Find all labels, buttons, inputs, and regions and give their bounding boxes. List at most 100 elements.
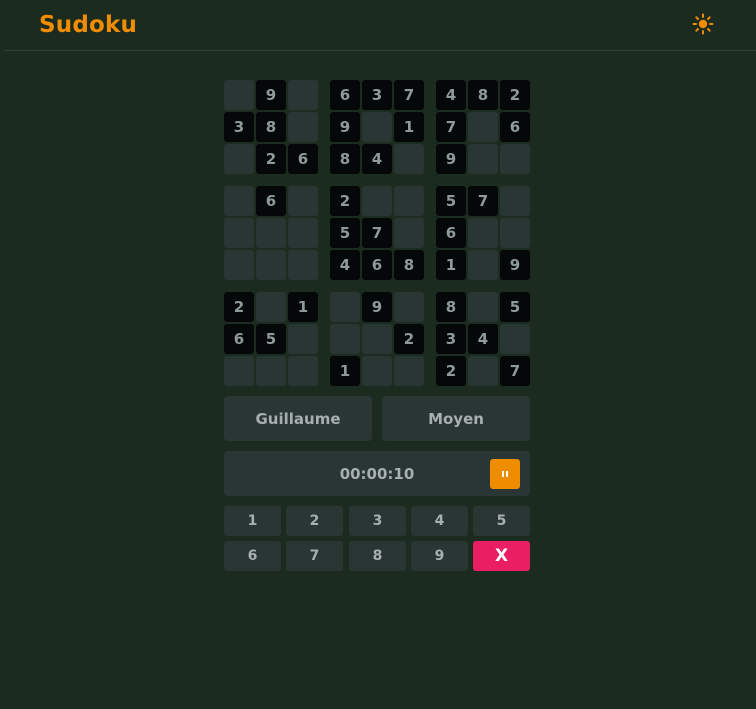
- sudoku-cell-given[interactable]: 9: [256, 80, 286, 110]
- sudoku-cell-given[interactable]: 9: [330, 112, 360, 142]
- sudoku-cell-empty[interactable]: [256, 218, 286, 248]
- sudoku-cell-empty[interactable]: [362, 356, 392, 386]
- sudoku-cell-empty[interactable]: [500, 186, 530, 216]
- sudoku-cell-empty[interactable]: [288, 324, 318, 354]
- sudoku-cell-empty[interactable]: [224, 144, 254, 174]
- sudoku-cell-given[interactable]: 6: [256, 186, 286, 216]
- sudoku-cell-empty[interactable]: [330, 324, 360, 354]
- sudoku-cell-given[interactable]: 6: [362, 250, 392, 280]
- sudoku-cell-given[interactable]: 5: [436, 186, 466, 216]
- sudoku-cell-empty[interactable]: [224, 250, 254, 280]
- sudoku-cell-empty[interactable]: [288, 218, 318, 248]
- sudoku-cell-given[interactable]: 8: [394, 250, 424, 280]
- sudoku-cell-given[interactable]: 4: [330, 250, 360, 280]
- sudoku-cell-given[interactable]: 8: [468, 80, 498, 110]
- sudoku-cell-given[interactable]: 7: [500, 356, 530, 386]
- app-title: Sudoku: [39, 12, 138, 38]
- sudoku-cell-given[interactable]: 5: [256, 324, 286, 354]
- sudoku-cell-empty[interactable]: [468, 292, 498, 322]
- sudoku-cell-given[interactable]: 6: [288, 144, 318, 174]
- sudoku-cell-given[interactable]: 3: [436, 324, 466, 354]
- sudoku-cell-empty[interactable]: [330, 292, 360, 322]
- sudoku-cell-empty[interactable]: [394, 144, 424, 174]
- timer-display: 00:00:10: [339, 465, 415, 483]
- sudoku-cell-empty[interactable]: [256, 250, 286, 280]
- sudoku-cell-empty[interactable]: [288, 250, 318, 280]
- sudoku-cell-empty[interactable]: [362, 186, 392, 216]
- sudoku-cell-empty[interactable]: [224, 80, 254, 110]
- app-header: Sudoku: [4, 0, 756, 51]
- sudoku-cell-given[interactable]: 9: [500, 250, 530, 280]
- sudoku-cell-given[interactable]: 6: [224, 324, 254, 354]
- sudoku-cell-given[interactable]: 4: [436, 80, 466, 110]
- sudoku-cell-empty[interactable]: [468, 356, 498, 386]
- sudoku-cell-given[interactable]: 7: [468, 186, 498, 216]
- sudoku-cell-empty[interactable]: [394, 292, 424, 322]
- number-key-7[interactable]: 7: [286, 541, 343, 571]
- sudoku-cell-given[interactable]: 8: [256, 112, 286, 142]
- sun-icon[interactable]: [692, 13, 714, 35]
- sudoku-cell-given[interactable]: 6: [500, 112, 530, 142]
- sudoku-cell-empty[interactable]: [256, 292, 286, 322]
- sudoku-cell-empty[interactable]: [288, 112, 318, 142]
- sudoku-cell-given[interactable]: 7: [362, 218, 392, 248]
- sudoku-cell-given[interactable]: 1: [288, 292, 318, 322]
- sudoku-cell-given[interactable]: 5: [500, 292, 530, 322]
- sudoku-cell-empty[interactable]: [468, 218, 498, 248]
- sudoku-cell-given[interactable]: 7: [436, 112, 466, 142]
- sudoku-cell-empty[interactable]: [362, 324, 392, 354]
- sudoku-cell-empty[interactable]: [500, 324, 530, 354]
- sudoku-cell-given[interactable]: 5: [330, 218, 360, 248]
- sudoku-cell-empty[interactable]: [468, 250, 498, 280]
- sudoku-cell-empty[interactable]: [468, 112, 498, 142]
- number-key-3[interactable]: 3: [349, 506, 406, 536]
- sudoku-cell-empty[interactable]: [468, 144, 498, 174]
- sudoku-cell-given[interactable]: 2: [256, 144, 286, 174]
- sudoku-cell-given[interactable]: 1: [330, 356, 360, 386]
- sudoku-cell-given[interactable]: 3: [362, 80, 392, 110]
- sudoku-cell-empty[interactable]: [224, 218, 254, 248]
- sudoku-cell-given[interactable]: 3: [224, 112, 254, 142]
- sudoku-cell-given[interactable]: 4: [468, 324, 498, 354]
- sudoku-cell-given[interactable]: 2: [394, 324, 424, 354]
- sudoku-cell-given[interactable]: 4: [362, 144, 392, 174]
- sudoku-cell-empty[interactable]: [224, 186, 254, 216]
- sudoku-cell-given[interactable]: 2: [436, 356, 466, 386]
- sudoku-cell-empty[interactable]: [394, 356, 424, 386]
- sudoku-cell-given[interactable]: 2: [224, 292, 254, 322]
- sudoku-cell-empty[interactable]: [288, 356, 318, 386]
- sudoku-cell-given[interactable]: 9: [362, 292, 392, 322]
- sudoku-cell-given[interactable]: 1: [436, 250, 466, 280]
- sudoku-cell-empty[interactable]: [500, 144, 530, 174]
- sudoku-cell-given[interactable]: 6: [436, 218, 466, 248]
- number-key-9[interactable]: 9: [411, 541, 468, 571]
- number-key-6[interactable]: 6: [224, 541, 281, 571]
- sudoku-cell-given[interactable]: 7: [394, 80, 424, 110]
- number-key-4[interactable]: 4: [411, 506, 468, 536]
- sudoku-cell-empty[interactable]: [288, 80, 318, 110]
- sudoku-cell-given[interactable]: 2: [330, 186, 360, 216]
- sudoku-cell-given[interactable]: 2: [500, 80, 530, 110]
- number-key-1[interactable]: 1: [224, 506, 281, 536]
- sudoku-cell-given[interactable]: 6: [330, 80, 360, 110]
- sudoku-cell-given[interactable]: 1: [394, 112, 424, 142]
- sudoku-cell-empty[interactable]: [394, 218, 424, 248]
- number-key-2[interactable]: 2: [286, 506, 343, 536]
- sudoku-cell-given[interactable]: 8: [330, 144, 360, 174]
- sudoku-cell-empty[interactable]: [288, 186, 318, 216]
- erase-button[interactable]: X: [473, 541, 530, 571]
- number-key-8[interactable]: 8: [349, 541, 406, 571]
- pause-button[interactable]: [490, 459, 520, 489]
- sudoku-grid: 9637482389176268496257576468192198565234…: [224, 80, 530, 386]
- sudoku-cell-given[interactable]: 8: [436, 292, 466, 322]
- sudoku-cell-empty[interactable]: [394, 186, 424, 216]
- sudoku-cell-empty[interactable]: [256, 356, 286, 386]
- sudoku-cell-given[interactable]: 9: [436, 144, 466, 174]
- difficulty-level: Moyen: [382, 396, 530, 441]
- sudoku-cell-empty[interactable]: [362, 112, 392, 142]
- number-pad: 12345 6789X: [224, 506, 530, 571]
- sudoku-cell-empty[interactable]: [224, 356, 254, 386]
- sudoku-cell-empty[interactable]: [500, 218, 530, 248]
- player-name: Guillaume: [224, 396, 372, 441]
- number-key-5[interactable]: 5: [473, 506, 530, 536]
